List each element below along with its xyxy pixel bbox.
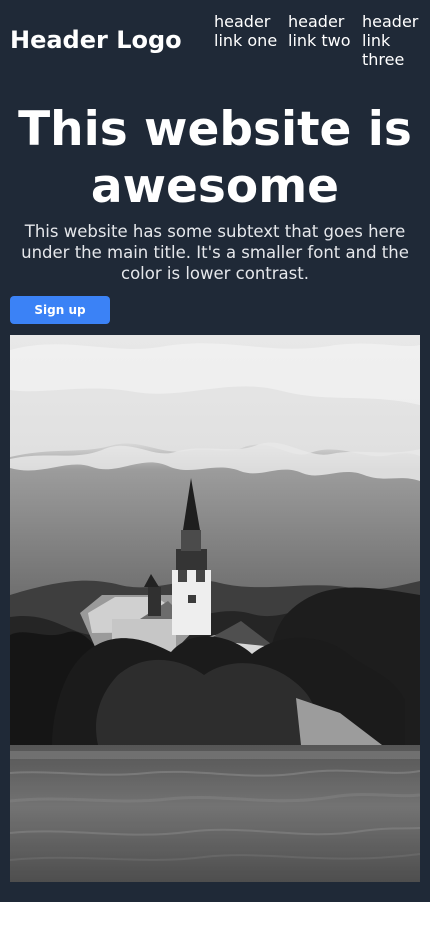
hero-image	[10, 335, 420, 882]
landscape-photo-icon	[10, 335, 420, 882]
header-link-one[interactable]: header link one	[214, 12, 288, 69]
page-title: This website is awesome	[18, 102, 412, 214]
hero-section: Header Logo header link one header link …	[0, 0, 430, 902]
page: Header Logo header link one header link …	[0, 0, 430, 934]
header-logo[interactable]: Header Logo	[10, 22, 182, 58]
sign-up-button[interactable]: Sign up	[10, 296, 110, 324]
hero-subtext: This website has some subtext that goes …	[21, 222, 409, 283]
header-link-three[interactable]: header link three	[362, 12, 430, 69]
header-nav: header link one header link two header l…	[214, 12, 430, 69]
header-link-two[interactable]: header link two	[288, 12, 362, 69]
